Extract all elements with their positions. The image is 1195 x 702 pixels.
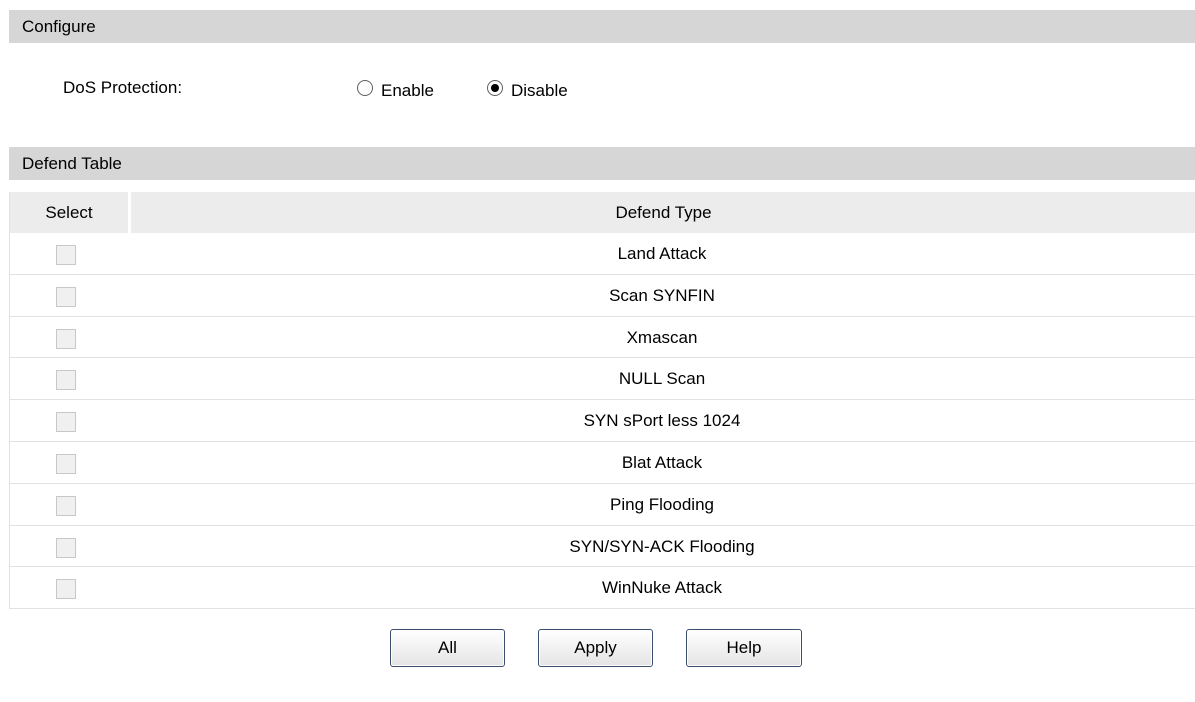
defend-table-body: Land Attack Scan SYNFIN Xmascan NULL Scan SY…: [10, 233, 1195, 610]
defend-type-cell: Blat Attack: [621, 452, 703, 472]
row-select-checkbox[interactable]: [56, 453, 76, 474]
select-cell: [10, 358, 128, 399]
defend-type-cell: SYN/SYN-ACK Flooding: [569, 536, 755, 556]
enable-radio-label[interactable]: Enable: [381, 81, 434, 101]
table-row: Land Attack: [10, 233, 1195, 275]
row-select-checkbox[interactable]: [56, 328, 76, 349]
defend-type-cell: Land Attack: [617, 244, 707, 263]
dos-protection-label: DoS Protection:: [63, 78, 183, 97]
table-row: NULL Scan: [10, 358, 1195, 401]
row-select-checkbox[interactable]: [56, 412, 76, 433]
all-button[interactable]: All: [390, 629, 505, 667]
table-row: WinNuke Attack: [10, 567, 1195, 610]
select-cell: [10, 526, 128, 567]
dos-protection-row: DoS Protection: Enable Disable: [0, 70, 1195, 108]
select-cell: [10, 233, 128, 274]
select-cell: [10, 400, 128, 441]
row-select-checkbox[interactable]: [56, 286, 76, 307]
defend-table: Select Defend Type Land Attack Scan SYNFI…: [9, 192, 1195, 610]
defend-table-header-row: Select Defend Type: [10, 192, 1195, 233]
defend-type-cell: Scan SYNFIN: [609, 285, 715, 305]
row-select-checkbox[interactable]: [56, 245, 76, 265]
row-select-checkbox[interactable]: [56, 370, 76, 391]
defend-type-cell: NULL Scan: [618, 369, 706, 389]
table-row: SYN sPort less 1024: [10, 400, 1195, 442]
table-row: SYN/SYN-ACK Flooding: [10, 526, 1195, 568]
enable-radio[interactable]: [357, 80, 373, 96]
disable-radio[interactable]: [487, 80, 503, 96]
defend-table-section-header: Defend Table: [9, 147, 1195, 180]
select-cell: [10, 567, 128, 608]
disable-radio-label[interactable]: Disable: [511, 81, 568, 101]
select-column-header: Select: [10, 192, 128, 233]
configure-section-header: Configure: [9, 10, 1195, 43]
defend-type-cell: SYN sPort less 1024: [583, 411, 741, 431]
defend-type-cell: Ping Flooding: [610, 494, 714, 514]
defend-type-column-header: Defend Type: [128, 192, 1195, 233]
defend-type-cell: WinNuke Attack: [602, 578, 722, 598]
row-select-checkbox[interactable]: [56, 537, 76, 558]
help-button[interactable]: Help: [686, 629, 802, 667]
table-row: Blat Attack: [10, 442, 1195, 484]
defend-type-cell: Xmascan: [626, 327, 698, 347]
table-row: Ping Flooding: [10, 484, 1195, 526]
select-cell: [10, 275, 128, 316]
select-cell: [10, 317, 128, 358]
select-cell: [10, 442, 128, 483]
row-select-checkbox[interactable]: [56, 579, 76, 600]
apply-button[interactable]: Apply: [538, 629, 653, 667]
table-row: Xmascan: [10, 317, 1195, 359]
row-select-checkbox[interactable]: [56, 495, 76, 516]
table-row: Scan SYNFIN: [10, 275, 1195, 317]
select-cell: [10, 484, 128, 525]
